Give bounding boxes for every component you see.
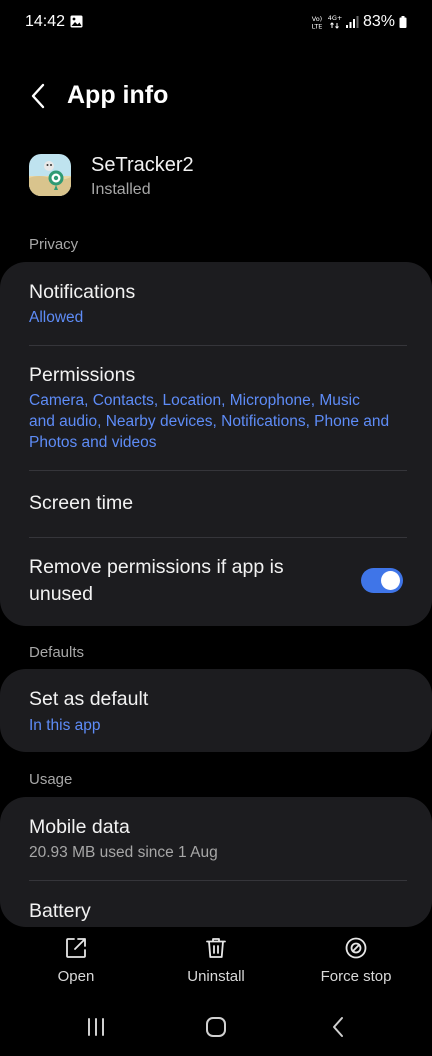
app-install-status: Installed	[91, 181, 151, 198]
signal-icon	[346, 16, 359, 28]
open-label: Open	[57, 968, 95, 985]
battery-row[interactable]: Battery	[0, 886, 432, 926]
permissions-value-line-3: Photos and videos	[29, 434, 157, 451]
bottom-action-bar: Open Uninstall Force stop	[0, 928, 432, 994]
set-as-default-value: In this app	[29, 717, 101, 734]
set-as-default-title: Set as default	[29, 688, 149, 710]
svg-text:4G+: 4G+	[328, 14, 343, 22]
permissions-row[interactable]: Permissions Camera, Contacts, Location, …	[0, 352, 432, 468]
set-as-default-row[interactable]: Set as default In this app	[0, 677, 432, 745]
status-time: 14:42	[25, 13, 66, 30]
notifications-row[interactable]: Notifications Allowed	[0, 274, 432, 344]
mobile-data-value: 20.93 MB used since 1 Aug	[29, 844, 218, 861]
volte-icon: Vo) LTE	[312, 15, 323, 31]
remove-permissions-title-line-1: Remove permissions if app is	[29, 556, 284, 578]
battery-percentage: 83%	[363, 13, 396, 30]
status-bar: 14:42 Vo) LTE 4G+ 83%	[0, 0, 432, 44]
recent-apps-button[interactable]	[76, 1012, 116, 1042]
app-name: SeTracker2	[91, 154, 194, 176]
header: App info	[0, 70, 432, 122]
svg-text:LTE: LTE	[312, 23, 323, 31]
screen-time-row[interactable]: Screen time	[0, 476, 432, 534]
gallery-icon	[70, 15, 83, 28]
trash-icon	[206, 938, 226, 958]
page-title: App info	[67, 81, 169, 109]
battery-icon	[399, 16, 407, 28]
back-arrow-icon	[333, 1017, 343, 1037]
nav-back-button[interactable]	[318, 1012, 358, 1042]
mobile-data-row[interactable]: Mobile data 20.93 MB used since 1 Aug	[0, 804, 432, 878]
divider	[29, 345, 407, 346]
remove-permissions-title-line-2: unused	[29, 583, 93, 605]
uninstall-button[interactable]: Uninstall	[156, 928, 276, 990]
notifications-title: Notifications	[29, 281, 136, 303]
permissions-title: Permissions	[29, 364, 136, 386]
home-button[interactable]	[196, 1012, 236, 1042]
mobile-data-title: Mobile data	[29, 816, 130, 838]
force-stop-icon	[345, 937, 367, 959]
remove-permissions-toggle[interactable]	[361, 568, 403, 593]
open-button[interactable]: Open	[16, 928, 136, 990]
4g-icon: 4G+	[328, 14, 343, 29]
recent-apps-icon	[88, 1018, 104, 1036]
divider	[29, 537, 407, 538]
toggle-knob	[381, 571, 400, 590]
screen-time-title: Screen time	[29, 492, 134, 514]
force-stop-label: Force stop	[320, 968, 392, 985]
home-icon	[206, 1017, 226, 1037]
battery-title: Battery	[29, 900, 91, 922]
force-stop-button[interactable]: Force stop	[296, 928, 416, 990]
system-nav-bar	[0, 1000, 432, 1056]
divider	[29, 880, 407, 881]
app-header: SeTracker2 Installed	[0, 152, 432, 210]
app-icon	[29, 154, 71, 196]
section-label-defaults: Defaults	[29, 644, 85, 661]
open-external-icon	[66, 938, 86, 958]
notifications-value: Allowed	[29, 309, 84, 326]
back-button[interactable]	[22, 80, 54, 112]
chevron-left-icon	[31, 83, 45, 109]
uninstall-label: Uninstall	[187, 968, 245, 985]
permissions-value-line-2: and audio, Nearby devices, Notifications…	[29, 413, 390, 430]
permissions-value-line-1: Camera, Contacts, Location, Microphone, …	[29, 392, 360, 409]
divider	[29, 470, 407, 471]
section-label-privacy: Privacy	[29, 236, 79, 253]
section-label-usage: Usage	[29, 771, 73, 788]
